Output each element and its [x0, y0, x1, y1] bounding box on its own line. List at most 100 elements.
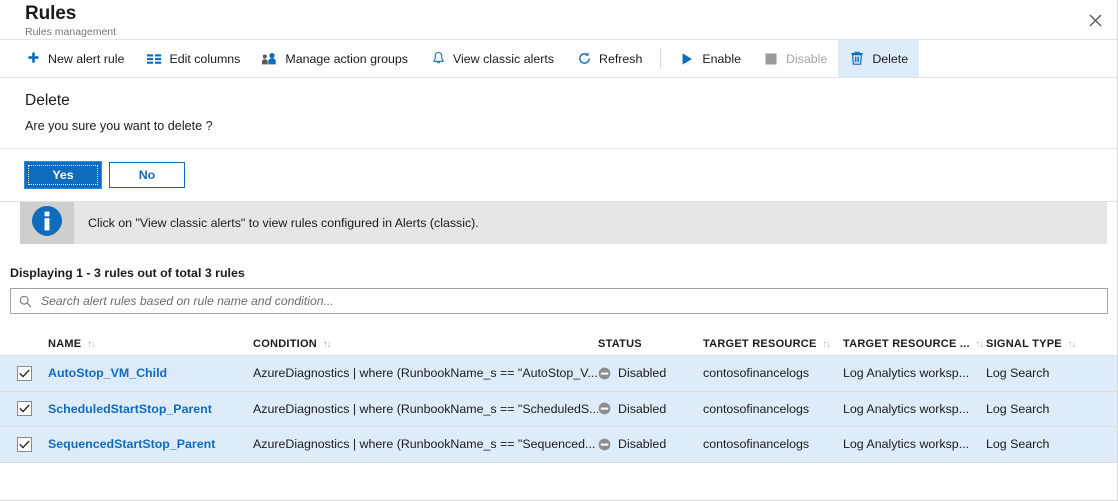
rule-name-cell: SequencedStartStop_Parent — [48, 437, 253, 451]
plus-icon — [25, 51, 41, 67]
confirm-no-button[interactable]: No — [109, 162, 185, 188]
disabled-icon — [598, 438, 611, 451]
info-icon — [32, 206, 62, 236]
close-button[interactable] — [1082, 7, 1108, 33]
confirm-title: Delete — [0, 78, 1117, 110]
sort-icon[interactable]: ↑↓ — [823, 339, 831, 350]
page-title: Rules — [25, 3, 76, 25]
blade-titlebar: Rules Rules management — [0, 0, 1117, 40]
info-banner: Click on "View classic alerts" to view r… — [20, 202, 1107, 244]
stop-icon — [763, 51, 779, 67]
rule-target-resource-text: contosofinancelogs — [703, 437, 809, 451]
row-checkbox[interactable] — [17, 401, 32, 416]
new-alert-rule-button[interactable]: New alert rule — [14, 40, 135, 77]
view-classic-alerts-button[interactable]: View classic alerts — [419, 40, 565, 77]
info-banner-wrap: Click on "View classic alerts" to view r… — [0, 202, 1117, 244]
rule-target-resource-cell: contosofinancelogs — [703, 402, 843, 416]
play-icon — [679, 51, 695, 67]
checkmark-icon — [19, 440, 30, 449]
rule-target-resource-type-cell: Log Analytics worksp... — [843, 402, 986, 416]
rule-target-resource-text: contosofinancelogs — [703, 366, 809, 380]
rule-condition-text: AzureDiagnostics | where (RunbookName_s … — [253, 402, 598, 416]
bell-icon — [430, 51, 446, 67]
grid-body: AutoStop_VM_Child AzureDiagnostics | whe… — [0, 356, 1117, 463]
disabled-icon — [598, 402, 611, 415]
rule-target-resource-type-cell: Log Analytics worksp... — [843, 437, 986, 451]
enable-button[interactable]: Enable — [668, 40, 752, 77]
table-row[interactable]: ScheduledStartStop_Parent AzureDiagnosti… — [0, 392, 1117, 428]
checkmark-icon — [19, 404, 30, 413]
command-toolbar: New alert rule Edit columns — [0, 40, 1117, 78]
rule-signal-type-text: Log Search — [986, 366, 1049, 380]
confirm-message: Are you sure you want to delete ? — [0, 110, 1117, 148]
rule-signal-type-cell: Log Search — [986, 366, 1117, 380]
search-input[interactable] — [39, 293, 1099, 309]
row-select-cell[interactable] — [0, 366, 48, 381]
rule-status-text: Disabled — [618, 402, 666, 416]
manage-action-groups-label: Manage action groups — [285, 52, 408, 66]
info-banner-text: Click on "View classic alerts" to view r… — [74, 216, 479, 230]
rule-name-cell: ScheduledStartStop_Parent — [48, 402, 253, 416]
delete-button[interactable]: Delete — [838, 40, 919, 77]
search-icon — [19, 295, 32, 308]
rule-condition-cell: AzureDiagnostics | where (RunbookName_s … — [253, 366, 598, 380]
rule-name-cell: AutoStop_VM_Child — [48, 366, 253, 380]
disable-button: Disable — [752, 40, 838, 77]
new-alert-rule-label: New alert rule — [48, 52, 124, 66]
sort-icon[interactable]: ↑↓ — [976, 339, 984, 350]
column-header-status[interactable]: STATUS — [598, 338, 703, 350]
rule-target-resource-type-cell: Log Analytics worksp... — [843, 366, 986, 380]
rule-signal-type-text: Log Search — [986, 437, 1049, 451]
sort-icon[interactable]: ↑↓ — [323, 339, 331, 350]
row-checkbox[interactable] — [17, 437, 32, 452]
sort-icon[interactable]: ↑↓ — [87, 339, 95, 350]
toolbar-separator — [660, 48, 661, 69]
sort-icon[interactable]: ↑↓ — [1068, 339, 1076, 350]
rule-signal-type-text: Log Search — [986, 402, 1049, 416]
column-header-name[interactable]: NAME ↑↓ — [48, 338, 253, 350]
rules-grid: NAME ↑↓ CONDITION ↑↓ STATUS TARGET RESOU… — [0, 328, 1117, 463]
rule-name-link[interactable]: AutoStop_VM_Child — [48, 366, 167, 380]
rule-condition-text: AzureDiagnostics | where (RunbookName_s … — [253, 437, 595, 451]
search-box[interactable] — [10, 288, 1108, 314]
enable-label: Enable — [702, 52, 741, 66]
refresh-button[interactable]: Refresh — [565, 40, 653, 77]
rules-blade: Rules Rules management New alert rule — [0, 0, 1118, 501]
refresh-label: Refresh — [599, 52, 642, 66]
column-header-target-resource[interactable]: TARGET RESOURCE ↑↓ — [703, 338, 843, 350]
rule-condition-text: AzureDiagnostics | where (RunbookName_s … — [253, 366, 598, 380]
column-header-target-resource-type[interactable]: TARGET RESOURCE ... ↑↓ — [843, 338, 986, 350]
rule-target-resource-cell: contosofinancelogs — [703, 366, 843, 380]
rule-status-cell: Disabled — [598, 402, 703, 416]
trash-icon — [849, 51, 865, 67]
manage-action-groups-button[interactable]: Manage action groups — [251, 40, 419, 77]
confirm-yes-button[interactable]: Yes — [25, 162, 101, 188]
edit-columns-button[interactable]: Edit columns — [135, 40, 251, 77]
row-select-cell[interactable] — [0, 401, 48, 416]
column-header-condition[interactable]: CONDITION ↑↓ — [253, 338, 598, 350]
refresh-icon — [576, 51, 592, 67]
edit-columns-label: Edit columns — [169, 52, 240, 66]
column-header-signal-type[interactable]: SIGNAL TYPE ↑↓ — [986, 338, 1117, 350]
rule-status-cell: Disabled — [598, 366, 703, 380]
checkmark-icon — [19, 369, 30, 378]
page-subtitle: Rules management — [25, 26, 116, 38]
grid-header-row: NAME ↑↓ CONDITION ↑↓ STATUS TARGET RESOU… — [0, 328, 1117, 356]
row-select-cell[interactable] — [0, 437, 48, 452]
rule-condition-cell: AzureDiagnostics | where (RunbookName_s … — [253, 437, 598, 451]
rule-status-cell: Disabled — [598, 437, 703, 451]
rule-target-resource-text: contosofinancelogs — [703, 402, 809, 416]
rule-target-resource-type-text: Log Analytics worksp... — [843, 366, 969, 380]
disable-label: Disable — [786, 52, 827, 66]
disabled-icon — [598, 367, 611, 380]
view-classic-alerts-label: View classic alerts — [453, 52, 554, 66]
row-checkbox[interactable] — [17, 366, 32, 381]
table-row[interactable]: AutoStop_VM_Child AzureDiagnostics | whe… — [0, 356, 1117, 392]
rule-target-resource-cell: contosofinancelogs — [703, 437, 843, 451]
rule-name-link[interactable]: ScheduledStartStop_Parent — [48, 402, 212, 416]
columns-icon — [146, 51, 162, 67]
table-row[interactable]: SequencedStartStop_Parent AzureDiagnosti… — [0, 427, 1117, 463]
rule-target-resource-type-text: Log Analytics worksp... — [843, 402, 969, 416]
rule-condition-cell: AzureDiagnostics | where (RunbookName_s … — [253, 402, 598, 416]
rule-name-link[interactable]: SequencedStartStop_Parent — [48, 437, 215, 451]
